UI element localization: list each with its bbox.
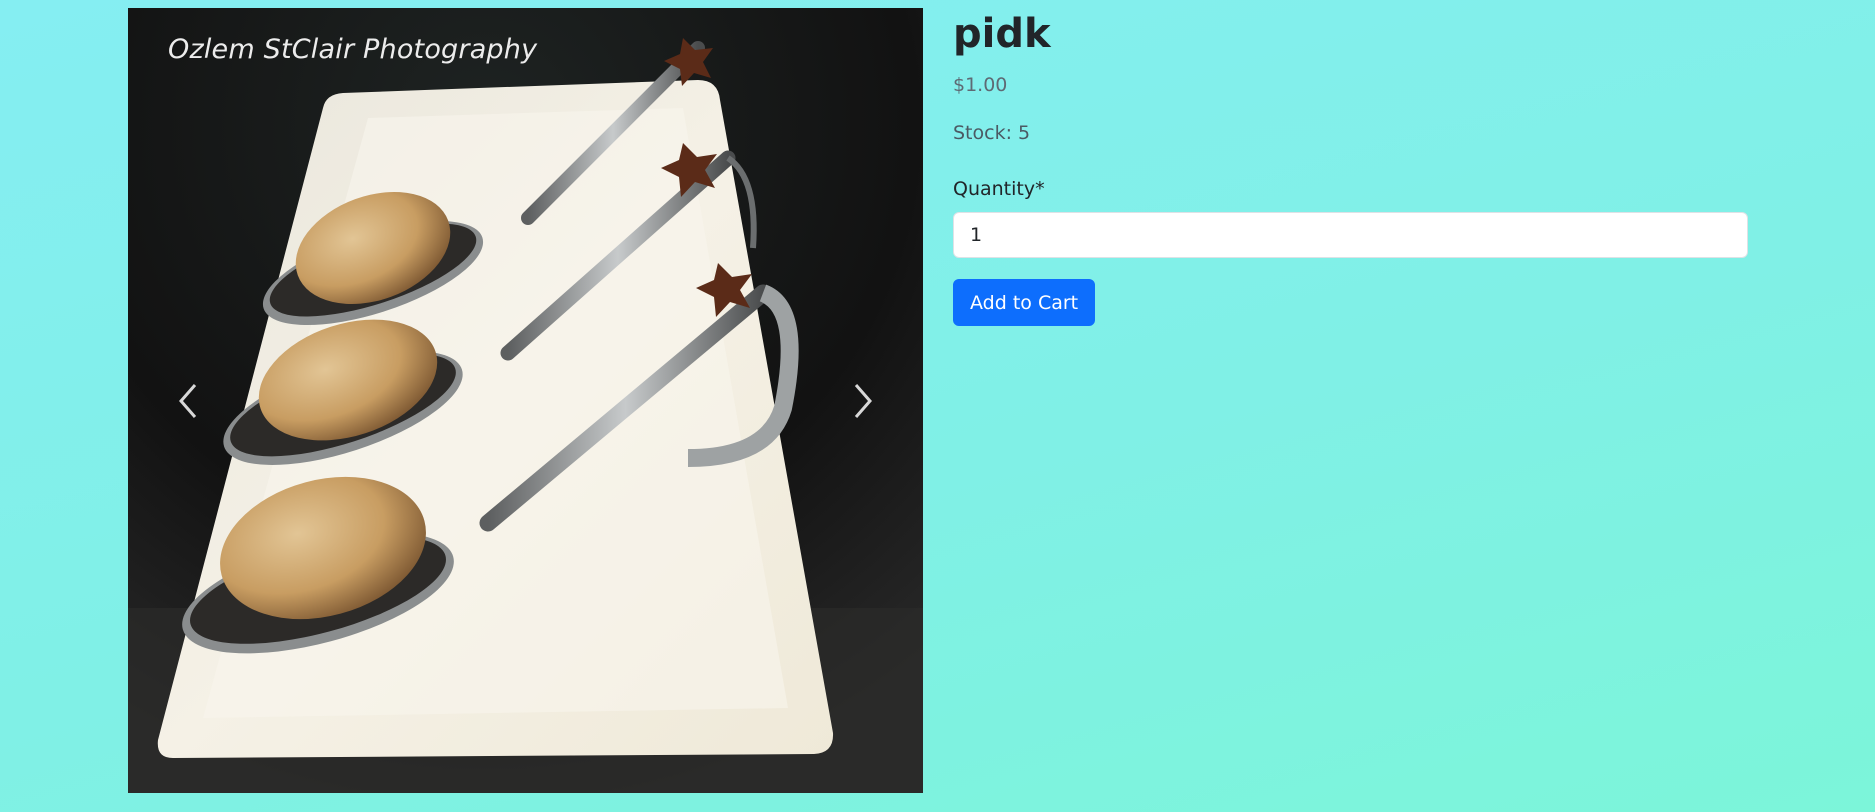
quantity-label: Quantity*: [953, 178, 1045, 200]
product-price: $1.00: [953, 74, 1008, 96]
quantity-input[interactable]: [953, 212, 1748, 258]
product-details: pidk $1.00 Stock: 5 Quantity* Add to Car…: [953, 10, 1748, 326]
product-title: pidk: [953, 11, 1051, 57]
product-image-carousel: Ozlem StClair Photography: [128, 8, 923, 793]
chevron-right-icon: [854, 383, 872, 418]
product-stock: Stock: 5: [953, 122, 1031, 144]
carousel-prev-button[interactable]: [128, 8, 248, 793]
carousel-next-button[interactable]: [803, 8, 923, 793]
chevron-left-icon: [179, 383, 197, 418]
add-to-cart-button[interactable]: Add to Cart: [953, 279, 1096, 326]
